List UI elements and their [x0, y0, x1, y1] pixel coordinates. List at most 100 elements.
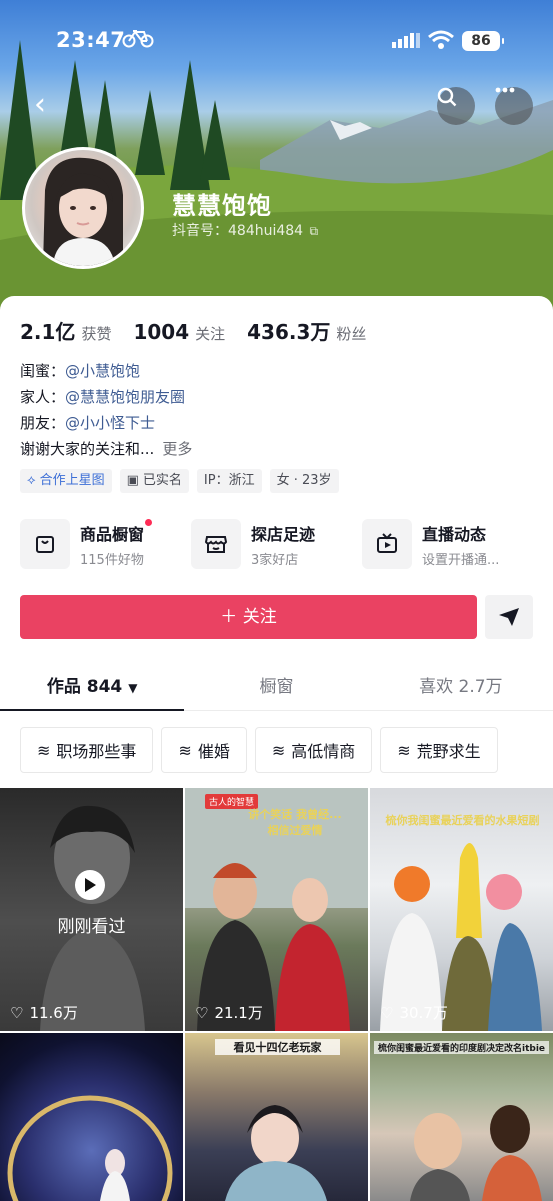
tab-likes[interactable]: 喜欢 2.7万 — [369, 664, 553, 710]
gender-age-tag: 女 · 23岁 — [269, 469, 339, 493]
bio-line: 谢谢大家的关注和... 更多 — [20, 436, 192, 462]
follow-button[interactable]: ＋ 关注 — [20, 595, 477, 639]
bio: 闺蜜：@小慧饱饱 家人：@慧慧饱饱朋友圈 朋友：@小小怪下士 谢谢大家的关注和.… — [20, 358, 192, 462]
bio-prefix: 朋友： — [20, 414, 66, 432]
feature-title: 商品橱窗 — [80, 518, 153, 545]
mention-link[interactable]: @小慧饱饱 — [65, 362, 140, 380]
bio-more-link[interactable]: 更多 — [162, 440, 192, 458]
video-thumbnail[interactable]: 梳你我闺蜜最近爱看的水果短剧 ♡ 30.7万 — [370, 788, 553, 1031]
tab-works[interactable]: 作品 844 ▼ — [0, 664, 185, 711]
bio-line: 闺蜜：@小慧饱饱 — [20, 358, 192, 384]
battery-indicator: 86 — [462, 31, 504, 51]
avatar[interactable] — [22, 147, 144, 269]
content-tabs: 作品 844 ▼ 橱窗 喜欢 2.7万 — [0, 664, 553, 711]
tab-label: 作品 844 — [46, 677, 123, 697]
video-likes: ♡ 21.1万 — [195, 1003, 263, 1023]
star-map-tag[interactable]: ⟡ 合作上星图 — [20, 469, 112, 493]
live-updates-entry[interactable]: 直播动态 设置开播通... — [362, 519, 533, 569]
feature-subtitle: 3家好店 — [251, 552, 299, 568]
id-card-icon: ▣ — [126, 473, 139, 488]
store-visits-entry[interactable]: 探店足迹 3家好店 — [191, 519, 362, 569]
store-icon — [191, 519, 241, 569]
layers-icon: ≋ — [271, 740, 286, 760]
bio-line: 朋友：@小小怪下士 — [20, 410, 192, 436]
tv-icon — [362, 519, 412, 569]
bio-line: 家人：@慧慧饱饱朋友圈 — [20, 384, 192, 410]
video-thumbnail[interactable]: 刚刚看过 ♡ 11.6万 — [0, 788, 183, 1031]
collection-chip[interactable]: ≋ 荒野求生 — [380, 727, 498, 773]
video-likes: ♡ 30.7万 — [380, 1003, 448, 1023]
video-thumbnail[interactable]: 古人的智慧 讲个笑话 我曾经... 相信过爱情 ♡ 21.1万 — [185, 788, 368, 1031]
play-icon — [75, 870, 105, 900]
layers-icon: ≋ — [37, 740, 51, 760]
verified-tag[interactable]: ▣ 已实名 — [119, 469, 189, 493]
status-time: 23:47 — [56, 28, 126, 52]
feature-title: 探店足迹 — [251, 524, 316, 544]
chip-label: 荒野求生 — [416, 742, 481, 761]
thumbnail-art — [225, 1105, 327, 1201]
tab-shop-window[interactable]: 橱窗 — [184, 664, 368, 710]
profile-card: 2.1亿 获赞 1004 关注 436.3万 粉丝 闺蜜：@小慧饱饱 家人：@慧… — [0, 296, 553, 1201]
caret-down-icon: ▼ — [128, 681, 138, 695]
back-button[interactable]: ‹ — [22, 88, 58, 124]
video-likes: ♡ 11.6万 — [10, 1003, 78, 1023]
tag-label: 女 · 23岁 — [276, 473, 332, 488]
shop-window-entry[interactable]: 商品橱窗 115件好物 — [20, 518, 191, 569]
tag-label: 已实名 — [142, 473, 182, 488]
video-thumbnail[interactable]: 梳你闺蜜最近爱看的印度剧决定改名itbie — [370, 1033, 553, 1201]
bio-prefix: 家人： — [20, 388, 66, 406]
tab-label: 橱窗 — [259, 677, 294, 697]
bio-prefix: 闺蜜： — [20, 362, 66, 380]
collection-chip[interactable]: ≋ 职场那些事 — [20, 727, 154, 773]
video-caption: 梳你我闺蜜最近爱看的水果短剧 — [385, 814, 540, 827]
thumbnail-art — [40, 805, 145, 1031]
mention-link[interactable]: @小小怪下士 — [65, 414, 155, 432]
copy-icon[interactable]: ⧉ — [310, 224, 319, 238]
search-icon — [437, 87, 457, 107]
layers-icon: ≋ — [397, 740, 411, 760]
followers-count[interactable]: 436.3万 — [247, 316, 330, 345]
avatar-portrait — [43, 157, 123, 266]
heart-icon: ♡ — [195, 1003, 209, 1022]
feature-title: 直播动态 — [422, 524, 487, 544]
collection-chip[interactable]: ≋ 催婚 — [161, 727, 247, 773]
tag-label: IP：浙江 — [203, 473, 255, 488]
shopping-bag-icon — [20, 519, 70, 569]
layers-icon: ≋ — [178, 740, 192, 760]
recently-watched-label: 刚刚看过 — [57, 917, 126, 937]
douyin-id[interactable]: 抖音号：484hui484 ⧉ — [172, 220, 318, 240]
more-options-button[interactable] — [495, 87, 533, 125]
collection-chip[interactable]: ≋ 高低情商 — [254, 727, 373, 773]
mention-link[interactable]: @慧慧饱饱朋友圈 — [65, 388, 185, 406]
profile-tags: ⟡ 合作上星图 ▣ 已实名 IP：浙江 女 · 23岁 — [20, 469, 339, 493]
new-dot-badge — [145, 518, 153, 526]
chevron-left-icon: ‹ — [34, 87, 46, 122]
following-count[interactable]: 1004 — [133, 320, 189, 344]
followers-label[interactable]: 粉丝 — [336, 323, 366, 344]
chip-label: 催婚 — [197, 742, 230, 761]
ip-location-tag: IP：浙江 — [196, 469, 262, 493]
video-caption: 看见十四亿老玩家 — [215, 1039, 340, 1055]
profile-nickname: 慧慧饱饱 — [172, 192, 272, 220]
chip-label: 高低情商 — [291, 742, 356, 761]
send-arrow-icon — [499, 608, 519, 626]
heart-icon: ♡ — [10, 1003, 24, 1022]
chip-label: 职场那些事 — [56, 742, 137, 761]
search-button[interactable] — [437, 87, 475, 125]
douyin-id-text: 抖音号：484hui484 — [172, 223, 304, 239]
collection-chips: ≋ 职场那些事 ≋ 催婚 ≋ 高低情商 ≋ 荒野求生 — [20, 727, 498, 773]
video-thumbnail[interactable]: 看见十四亿老玩家 — [185, 1033, 368, 1201]
profile-banner: 23:47 86 ‹ 慧慧饱饱 抖音号：484hui484 ⧉ — [0, 0, 553, 310]
following-label[interactable]: 关注 — [195, 323, 225, 344]
video-grid: 刚刚看过 ♡ 11.6万 古人的智慧 讲个笑话 我曾经... 相信过爱情 ♡ 21.… — [0, 788, 553, 1201]
bio-text: 谢谢大家的关注和... — [20, 440, 155, 458]
more-dots-icon — [495, 87, 515, 93]
thumbnail-art — [7, 1095, 173, 1201]
likes-count: 2.1亿 — [20, 320, 76, 344]
video-thumbnail[interactable] — [0, 1033, 183, 1201]
feature-entries: 商品橱窗 115件好物 探店足迹 3家好店 直播动态 设置开播通... — [20, 518, 533, 569]
message-button[interactable] — [485, 595, 533, 639]
heart-icon: ♡ — [380, 1003, 394, 1022]
tab-label: 喜欢 2.7万 — [419, 677, 503, 697]
video-caption: 梳你闺蜜最近爱看的印度剧决定改名itbie — [374, 1041, 549, 1054]
